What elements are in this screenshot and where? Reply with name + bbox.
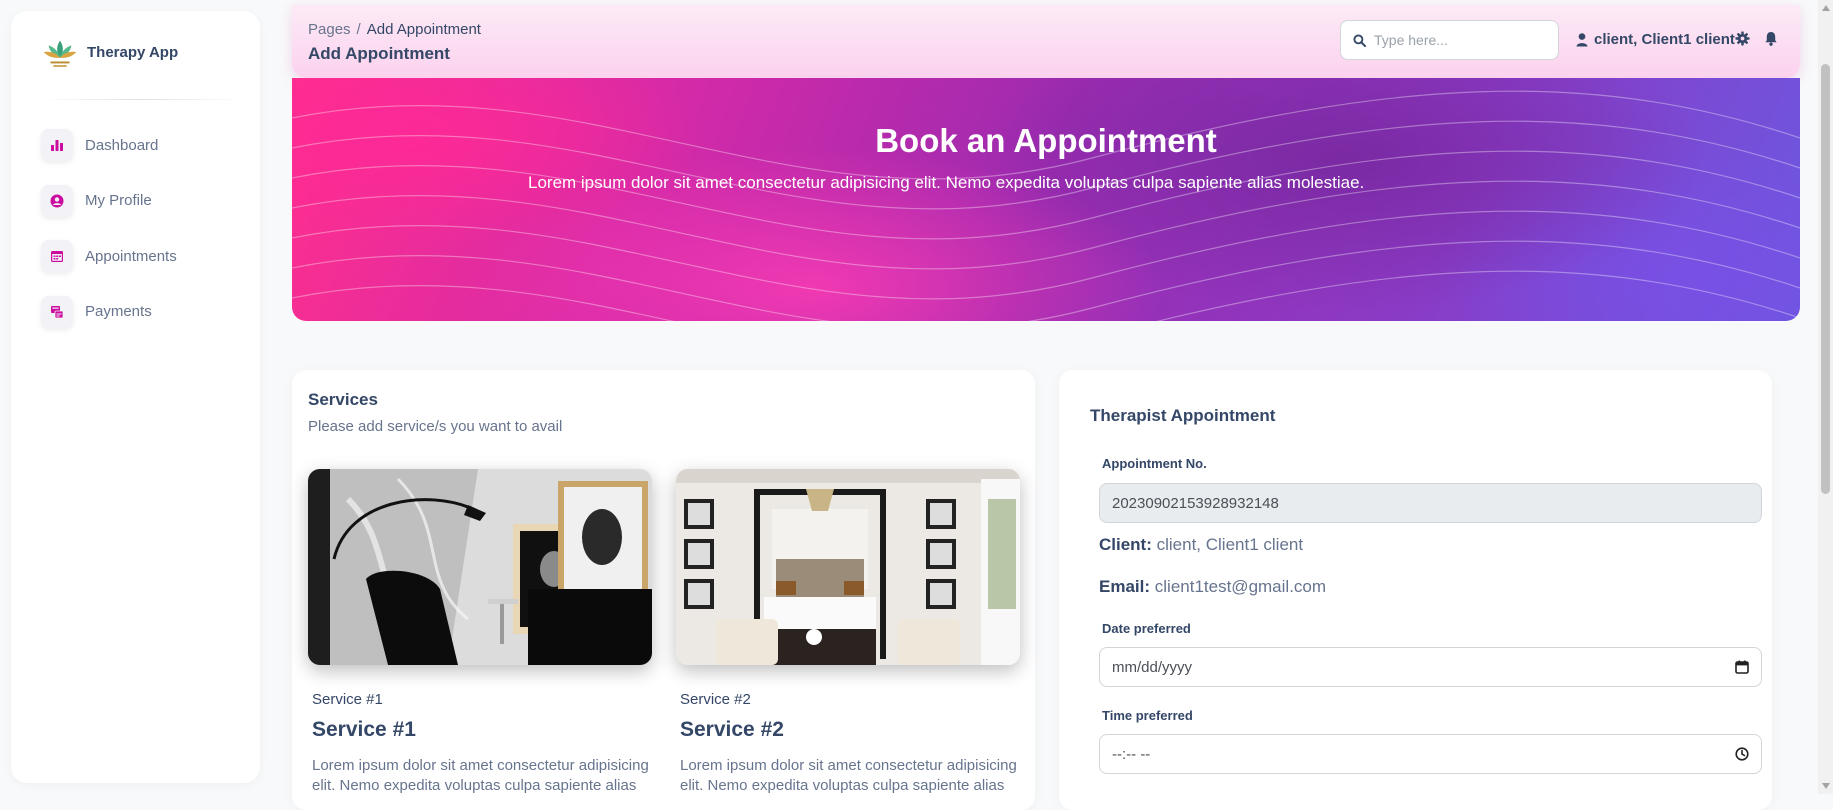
breadcrumb-separator: / (356, 21, 361, 38)
email-label: Email: (1099, 577, 1151, 596)
service-description: Lorem ipsum dolor sit amet consectetur a… (312, 757, 649, 794)
appointment-number-field: 20230902153928932148 (1099, 483, 1762, 523)
search-icon (1353, 33, 1366, 47)
clock-icon[interactable] (1735, 747, 1749, 761)
date-placeholder: mm/dd/yyyy (1112, 658, 1193, 676)
service-image[interactable] (308, 469, 652, 665)
search-box[interactable] (1340, 20, 1559, 60)
user-circle-icon (41, 184, 73, 217)
sidebar-item-label: Dashboard (85, 136, 159, 154)
bell-icon[interactable] (1764, 31, 1778, 51)
sidebar: Therapy App Dashboard My Profile Appoint… (11, 11, 260, 783)
page-scrollbar[interactable] (1818, 0, 1833, 794)
payment-icon (41, 295, 73, 328)
top-navbar: Pages / Add Appointment Add Appointment cl… (292, 5, 1800, 78)
services-card: Services Please add service/s you want t… (292, 370, 1035, 810)
bar-chart-icon (41, 129, 73, 161)
service-name[interactable]: Service #1 (312, 718, 652, 742)
user-name: client, Client1 client (1594, 31, 1735, 48)
date-preferred-input[interactable]: mm/dd/yyyy (1099, 647, 1762, 687)
appointment-number-value: 20230902153928932148 (1112, 494, 1279, 512)
client-value: client, Client1 client (1156, 535, 1304, 554)
time-preferred-input[interactable]: --:-- -- (1099, 734, 1762, 774)
calendar-picker-icon[interactable] (1735, 660, 1749, 674)
search-input[interactable] (1374, 32, 1544, 48)
hero-subtitle: Lorem ipsum dolor sit amet consectetur a… (528, 173, 1365, 192)
client-info: Client: client, Client1 client (1099, 535, 1303, 555)
breadcrumb-current: Add Appointment (366, 21, 481, 38)
brand[interactable]: Therapy App (41, 33, 178, 71)
page-title: Add Appointment (308, 44, 450, 63)
service-name[interactable]: Service #2 (680, 718, 1020, 742)
user-menu[interactable]: client, Client1 client (1576, 31, 1735, 48)
appointment-form-card: Therapist Appointment Appointment No. 20… (1059, 370, 1772, 810)
service-card-1[interactable]: Service #1 Service #1 Lorem ipsum dolor … (308, 469, 652, 796)
services-title: Services (308, 390, 378, 409)
breadcrumb-root-link[interactable]: Pages (308, 21, 351, 38)
service-image[interactable] (676, 469, 1020, 665)
wave-pattern-background (292, 90, 1800, 321)
client-label: Client: (1099, 535, 1152, 554)
scroll-up-arrow-icon[interactable] (1821, 3, 1830, 13)
user-icon (1576, 32, 1588, 46)
email-value: client1test@gmail.com (1154, 577, 1327, 596)
breadcrumb: Pages / Add Appointment (308, 21, 481, 38)
sidebar-item-my-profile[interactable]: My Profile (41, 184, 251, 217)
gear-icon[interactable] (1735, 31, 1750, 51)
time-preferred-label: Time preferred (1102, 708, 1193, 723)
date-preferred-label: Date preferred (1102, 621, 1191, 636)
hero-title: Book an Appointment (875, 122, 1217, 159)
appointment-form-title: Therapist Appointment (1090, 406, 1276, 425)
sidebar-item-label: Payments (85, 303, 152, 320)
sidebar-item-label: My Profile (85, 192, 152, 209)
lotus-logo-icon (43, 40, 77, 67)
service-kicker: Service #2 (680, 691, 751, 708)
services-subtitle: Please add service/s you want to avail (308, 418, 563, 435)
appointment-number-label: Appointment No. (1102, 456, 1207, 471)
sidebar-item-payments[interactable]: Payments (41, 295, 251, 328)
calendar-icon (41, 240, 73, 272)
time-placeholder: --:-- -- (1112, 745, 1151, 763)
sidebar-item-appointments[interactable]: Appointments (41, 240, 251, 272)
brand-name: Therapy App (87, 43, 179, 61)
scrollbar-thumb[interactable] (1821, 64, 1830, 494)
service-description: Lorem ipsum dolor sit amet consectetur a… (680, 757, 1017, 794)
sidebar-nav: Dashboard My Profile Appointments Paymen… (41, 129, 251, 351)
sidebar-divider (39, 99, 244, 100)
scroll-down-arrow-icon[interactable] (1821, 781, 1830, 791)
service-kicker: Service #1 (312, 691, 383, 708)
sidebar-item-label: Appointments (85, 247, 177, 265)
email-info: Email: client1test@gmail.com (1099, 577, 1326, 597)
service-card-2[interactable]: Service #2 Service #2 Lorem ipsum dolor … (676, 469, 1020, 796)
hero-banner: Book an Appointment Lorem ipsum dolor si… (292, 78, 1800, 321)
sidebar-item-dashboard[interactable]: Dashboard (41, 129, 251, 161)
